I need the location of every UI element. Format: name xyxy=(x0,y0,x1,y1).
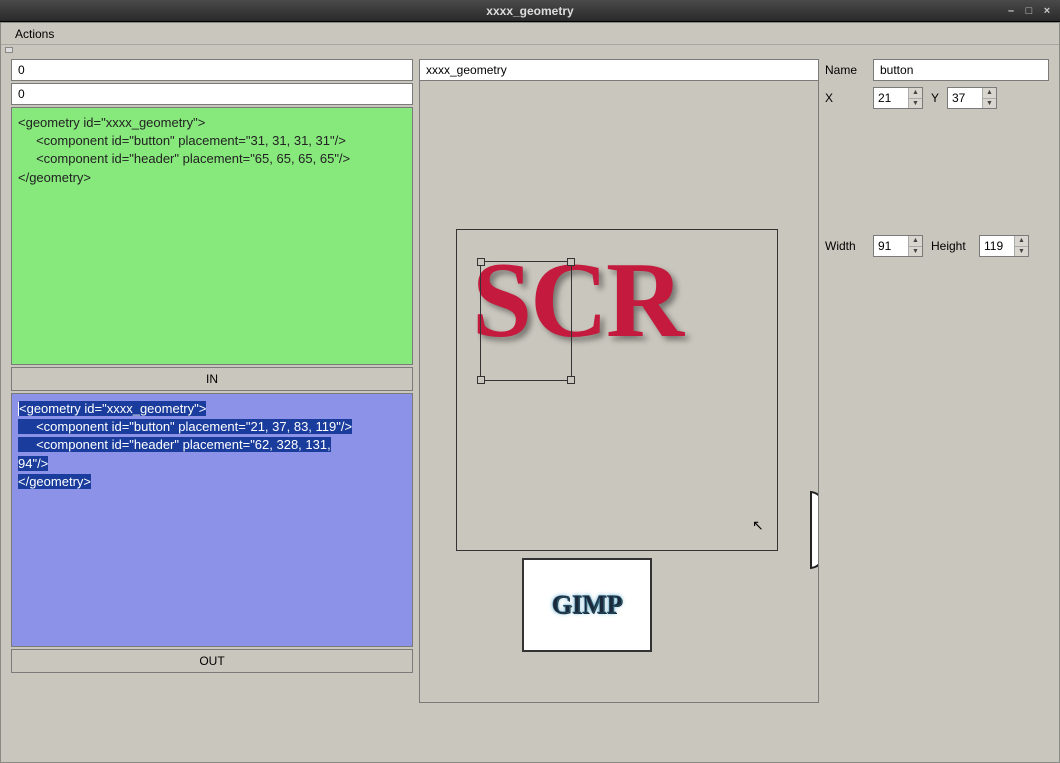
width-spinner[interactable]: ▲▼ xyxy=(873,235,923,257)
resize-handle-br[interactable] xyxy=(567,376,575,384)
input-top-2[interactable] xyxy=(11,83,413,105)
height-label: Height xyxy=(931,239,975,253)
gimp-logo-text: GIMP xyxy=(552,590,623,620)
maximize-button[interactable]: □ xyxy=(1022,5,1036,17)
y-value[interactable] xyxy=(948,88,982,108)
x-value[interactable] xyxy=(874,88,908,108)
gimp-thumbnail: GIMP xyxy=(522,558,652,652)
width-label: Width xyxy=(825,239,869,253)
close-button[interactable]: × xyxy=(1040,5,1054,17)
window-body: Actions <geometry id="xxxx_geometry"> <c… xyxy=(0,22,1060,763)
h-up-icon[interactable]: ▲ xyxy=(1015,236,1028,247)
minimize-button[interactable]: – xyxy=(1004,5,1018,17)
toolbar-grip[interactable] xyxy=(1,45,1059,55)
name-label: Name xyxy=(825,63,869,77)
w-down-icon[interactable]: ▼ xyxy=(909,247,922,257)
code-in-box[interactable]: <geometry id="xxxx_geometry"> <component… xyxy=(11,107,413,365)
x-label: X xyxy=(825,91,869,105)
y-up-icon[interactable]: ▲ xyxy=(983,88,996,99)
height-spinner[interactable]: ▲▼ xyxy=(979,235,1029,257)
x-up-icon[interactable]: ▲ xyxy=(909,88,922,99)
resize-handle-tr[interactable] xyxy=(567,258,575,266)
canvas-title: xxxx_geometry xyxy=(419,59,819,81)
edge-shape xyxy=(810,491,819,569)
x-down-icon[interactable]: ▼ xyxy=(909,99,922,109)
canvas-title-text: xxxx_geometry xyxy=(426,63,507,77)
h-down-icon[interactable]: ▼ xyxy=(1015,247,1028,257)
titlebar: xxxx_geometry – □ × xyxy=(0,0,1060,22)
width-value[interactable] xyxy=(874,236,908,256)
y-label: Y xyxy=(931,91,943,105)
window-title: xxxx_geometry xyxy=(486,4,573,18)
properties-panel: Name X ▲▼ Y ▲▼ Width ▲▼ xyxy=(825,59,1049,750)
y-down-icon[interactable]: ▼ xyxy=(983,99,996,109)
input-top-1[interactable] xyxy=(11,59,413,81)
menu-actions[interactable]: Actions xyxy=(7,25,62,43)
resize-handle-bl[interactable] xyxy=(477,376,485,384)
height-value[interactable] xyxy=(980,236,1014,256)
out-button[interactable]: OUT xyxy=(11,649,413,673)
menubar: Actions xyxy=(1,23,1059,45)
cursor-icon: ↖ xyxy=(752,517,764,534)
selection-box[interactable] xyxy=(480,261,572,381)
center-panel: xxxx_geometry SCR GIMP ↖ xyxy=(419,59,819,750)
canvas-area[interactable]: SCR GIMP ↖ xyxy=(419,81,819,703)
y-spinner[interactable]: ▲▼ xyxy=(947,87,997,109)
left-panel: <geometry id="xxxx_geometry"> <component… xyxy=(11,59,413,750)
code-out-box[interactable]: <geometry id="xxxx_geometry"> <component… xyxy=(11,393,413,647)
x-spinner[interactable]: ▲▼ xyxy=(873,87,923,109)
w-up-icon[interactable]: ▲ xyxy=(909,236,922,247)
in-button[interactable]: IN xyxy=(11,367,413,391)
name-field[interactable] xyxy=(873,59,1049,81)
resize-handle-tl[interactable] xyxy=(477,258,485,266)
